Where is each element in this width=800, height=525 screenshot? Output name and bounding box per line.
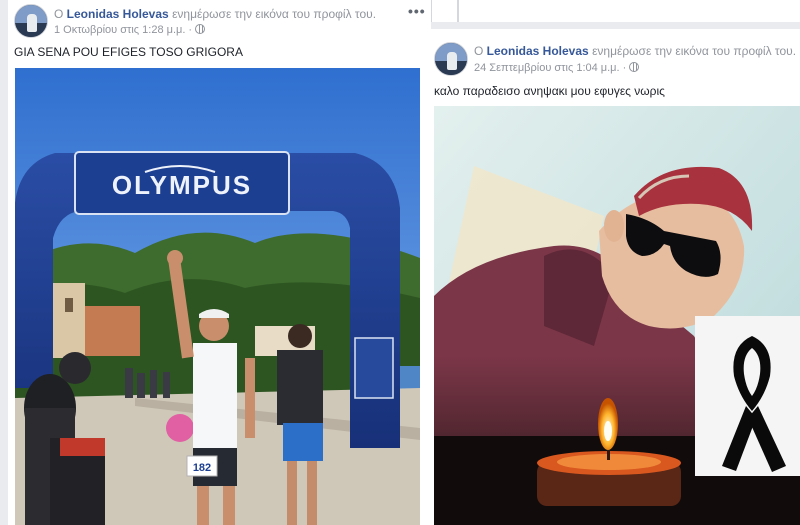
globe-icon[interactable] xyxy=(629,62,640,72)
post-header: O Leonidas Holevas ενημέρωσε την εικόνα … xyxy=(54,7,377,21)
post-photo[interactable] xyxy=(434,106,800,525)
left-post: O Leonidas Holevas ενημέρωσε την εικόνα … xyxy=(8,0,431,525)
avatar-figure xyxy=(27,14,37,32)
screenshot-collage: O Leonidas Holevas ενημέρωσε την εικόνα … xyxy=(0,0,800,525)
timestamp-link[interactable]: 1 Οκτωβρίου στις 1:28 μ.μ. xyxy=(54,24,185,36)
post-meta: 24 Σεπτεμβρίου στις 1:04 μ.μ. · xyxy=(474,62,640,74)
post-text: καλο παραδεισο ανηψακι μου εφυγες νωρις xyxy=(434,84,665,98)
more-options-icon[interactable]: ••• xyxy=(408,3,426,19)
post-action: ενημέρωσε την εικόνα του προφίλ του. xyxy=(592,44,797,58)
author-link[interactable]: Leonidas Holevas xyxy=(67,7,169,21)
post-meta: 1 Οκτωβρίου στις 1:28 μ.μ. · xyxy=(54,24,206,36)
timestamp-link[interactable]: 24 Σεπτεμβρίου στις 1:04 μ.μ. xyxy=(474,62,620,74)
right-post: O Leonidas Holevas ενημέρωσε την εικόνα … xyxy=(425,29,800,525)
post-header: O Leonidas Holevas ενημέρωσε την εικόνα … xyxy=(474,44,797,58)
marathon-photo: OLYMPUS 182 xyxy=(15,68,420,525)
previous-post-edge xyxy=(431,0,800,22)
post-action: ενημέρωσε την εικόνα του προφίλ του. xyxy=(172,7,377,21)
memorial-photo xyxy=(434,106,800,525)
post-photo[interactable]: OLYMPUS 182 xyxy=(15,68,420,525)
divider xyxy=(457,0,459,22)
globe-icon[interactable] xyxy=(195,24,206,34)
arch-brand-text: OLYMPUS xyxy=(112,170,252,200)
bib-number: 182 xyxy=(193,462,211,474)
author-link[interactable]: Leonidas Holevas xyxy=(487,44,589,58)
avatar[interactable] xyxy=(434,42,468,76)
post-text: GIA SENA POU EFIGES TOSO GRIGORA xyxy=(14,45,243,59)
avatar[interactable] xyxy=(14,4,48,38)
avatar-figure xyxy=(447,52,457,70)
